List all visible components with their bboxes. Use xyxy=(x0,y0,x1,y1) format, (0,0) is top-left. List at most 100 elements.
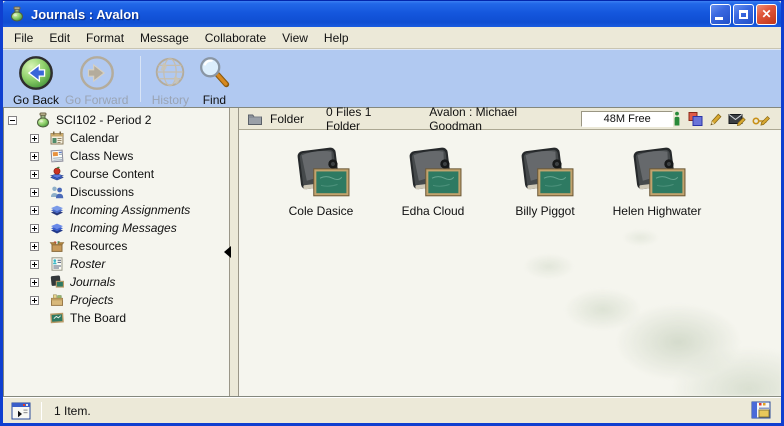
tree-item-course-content[interactable]: Course Content xyxy=(4,165,229,183)
tree-item-course-root[interactable]: SCI102 - Period 2 xyxy=(4,111,229,129)
menu-message[interactable]: Message xyxy=(132,29,197,47)
close-button[interactable]: ✕ xyxy=(756,4,777,25)
toggle-left-panel-icon[interactable] xyxy=(11,402,31,420)
find-button[interactable]: Find xyxy=(195,54,233,107)
tree-item-discussions[interactable]: Discussions xyxy=(4,183,229,201)
menu-format[interactable]: Format xyxy=(78,29,132,47)
tree-item-class-news[interactable]: Class News xyxy=(4,147,229,165)
minimize-button[interactable] xyxy=(710,4,731,25)
apple-books-icon xyxy=(49,166,65,182)
person-icon[interactable] xyxy=(673,111,681,126)
tree-label: Class News xyxy=(70,149,133,163)
key-pencil-icon[interactable] xyxy=(752,111,771,126)
journal-item[interactable]: Edha Cloud xyxy=(377,146,489,218)
chalkboard-icon xyxy=(49,310,65,326)
title-bar[interactable]: Journals : Avalon ✕ xyxy=(3,1,781,27)
overlapping-squares-icon[interactable] xyxy=(687,111,703,127)
app-flask-icon xyxy=(9,6,25,22)
journal-book-icon xyxy=(628,146,686,200)
flask-icon xyxy=(35,112,51,128)
newspaper-icon xyxy=(49,148,65,164)
tree-item-roster[interactable]: Roster xyxy=(4,255,229,273)
find-label: Find xyxy=(203,93,226,107)
expand-plus-icon[interactable] xyxy=(30,170,39,179)
pencil-icon[interactable] xyxy=(709,111,722,126)
journal-item[interactable]: Helen Highwater xyxy=(601,146,713,218)
folder-contents-area[interactable]: Cole Dasice Edha Cloud Billy Piggot Hele… xyxy=(239,130,781,396)
project-crate-icon xyxy=(49,292,65,308)
folder-icon xyxy=(247,112,263,126)
tree-label: Journals xyxy=(70,275,115,289)
journal-name: Edha Cloud xyxy=(402,204,465,218)
folder-view-panel: Folder 0 Files 1 Folder Avalon : Michael… xyxy=(239,108,781,396)
expand-plus-icon[interactable] xyxy=(30,206,39,215)
expand-plus-icon[interactable] xyxy=(30,296,39,305)
menu-bar: File Edit Format Message Collaborate Vie… xyxy=(3,27,781,49)
history-globe-icon xyxy=(151,54,189,92)
stacked-books-icon xyxy=(49,220,65,236)
journal-book-icon xyxy=(404,146,462,200)
minimize-icon xyxy=(715,17,723,20)
expand-plus-icon[interactable] xyxy=(30,242,39,251)
tree-label: The Board xyxy=(70,311,126,325)
tree-item-incoming-messages[interactable]: Incoming Messages xyxy=(4,219,229,237)
expand-plus-icon[interactable] xyxy=(30,224,39,233)
collapse-minus-icon[interactable] xyxy=(8,116,17,125)
file-folder-counts: 0 Files 1 Folder xyxy=(326,105,403,133)
supply-box-icon xyxy=(49,238,65,254)
go-forward-button[interactable]: Go Forward xyxy=(65,54,128,107)
go-back-label: Go Back xyxy=(13,93,59,107)
menu-help[interactable]: Help xyxy=(316,29,357,47)
journal-name: Billy Piggot xyxy=(515,204,574,218)
expand-plus-icon[interactable] xyxy=(30,188,39,197)
journal-item[interactable]: Cole Dasice xyxy=(265,146,377,218)
history-label: History xyxy=(152,93,189,107)
panel-splitter[interactable] xyxy=(229,108,239,396)
journal-name: Cole Dasice xyxy=(289,204,354,218)
folder-info-bar: Folder 0 Files 1 Folder Avalon : Michael… xyxy=(239,108,781,130)
toggle-right-panel-icon[interactable] xyxy=(751,401,771,419)
tree-label: Incoming Messages xyxy=(70,221,177,235)
tree-label: Discussions xyxy=(70,185,134,199)
envelope-pencil-icon[interactable] xyxy=(728,111,746,126)
tree-item-calendar[interactable]: Calendar xyxy=(4,129,229,147)
header-action-icons xyxy=(673,111,773,127)
tree-label: Incoming Assignments xyxy=(70,203,190,217)
roster-list-icon xyxy=(49,256,65,272)
tree-label: Resources xyxy=(70,239,127,253)
app-window: Journals : Avalon ✕ File Edit Format Mes… xyxy=(0,0,784,426)
find-magnifier-icon xyxy=(195,54,233,92)
tree-item-resources[interactable]: Resources xyxy=(4,237,229,255)
go-forward-label: Go Forward xyxy=(65,93,128,107)
expand-plus-icon[interactable] xyxy=(30,278,39,287)
tree-item-projects[interactable]: Projects xyxy=(4,291,229,309)
tree-label: Course Content xyxy=(70,167,154,181)
status-separator xyxy=(41,402,42,420)
expand-plus-icon[interactable] xyxy=(30,134,39,143)
journal-book-icon xyxy=(292,146,350,200)
expand-plus-icon[interactable] xyxy=(30,260,39,269)
menu-collaborate[interactable]: Collaborate xyxy=(197,29,274,47)
menu-file[interactable]: File xyxy=(6,29,41,47)
status-bar: 1 Item. xyxy=(3,397,781,423)
stacked-books-icon xyxy=(49,202,65,218)
tree-label: Projects xyxy=(70,293,113,307)
go-back-icon xyxy=(17,54,55,92)
expand-plus-icon[interactable] xyxy=(30,152,39,161)
go-back-button[interactable]: Go Back xyxy=(13,54,59,107)
menu-view[interactable]: View xyxy=(274,29,316,47)
journal-row: Cole Dasice Edha Cloud Billy Piggot Hele… xyxy=(265,146,781,218)
toolbar: Go Back Go Forward History xyxy=(3,49,781,107)
collapse-panel-arrow-icon[interactable] xyxy=(224,246,231,258)
tree-item-journals[interactable]: Journals xyxy=(4,273,229,291)
journal-book-icon xyxy=(516,146,574,200)
history-button[interactable]: History xyxy=(151,54,189,107)
menu-edit[interactable]: Edit xyxy=(41,29,78,47)
maximize-button[interactable] xyxy=(733,4,754,25)
tree-item-incoming-assignments[interactable]: Incoming Assignments xyxy=(4,201,229,219)
journal-item[interactable]: Billy Piggot xyxy=(489,146,601,218)
tree-item-the-board[interactable]: The Board xyxy=(4,309,229,327)
tree-root-label: SCI102 - Period 2 xyxy=(56,113,151,127)
main-area: SCI102 - Period 2 Calendar Class News Co… xyxy=(3,107,781,397)
free-space-indicator: 48M Free xyxy=(581,111,673,127)
